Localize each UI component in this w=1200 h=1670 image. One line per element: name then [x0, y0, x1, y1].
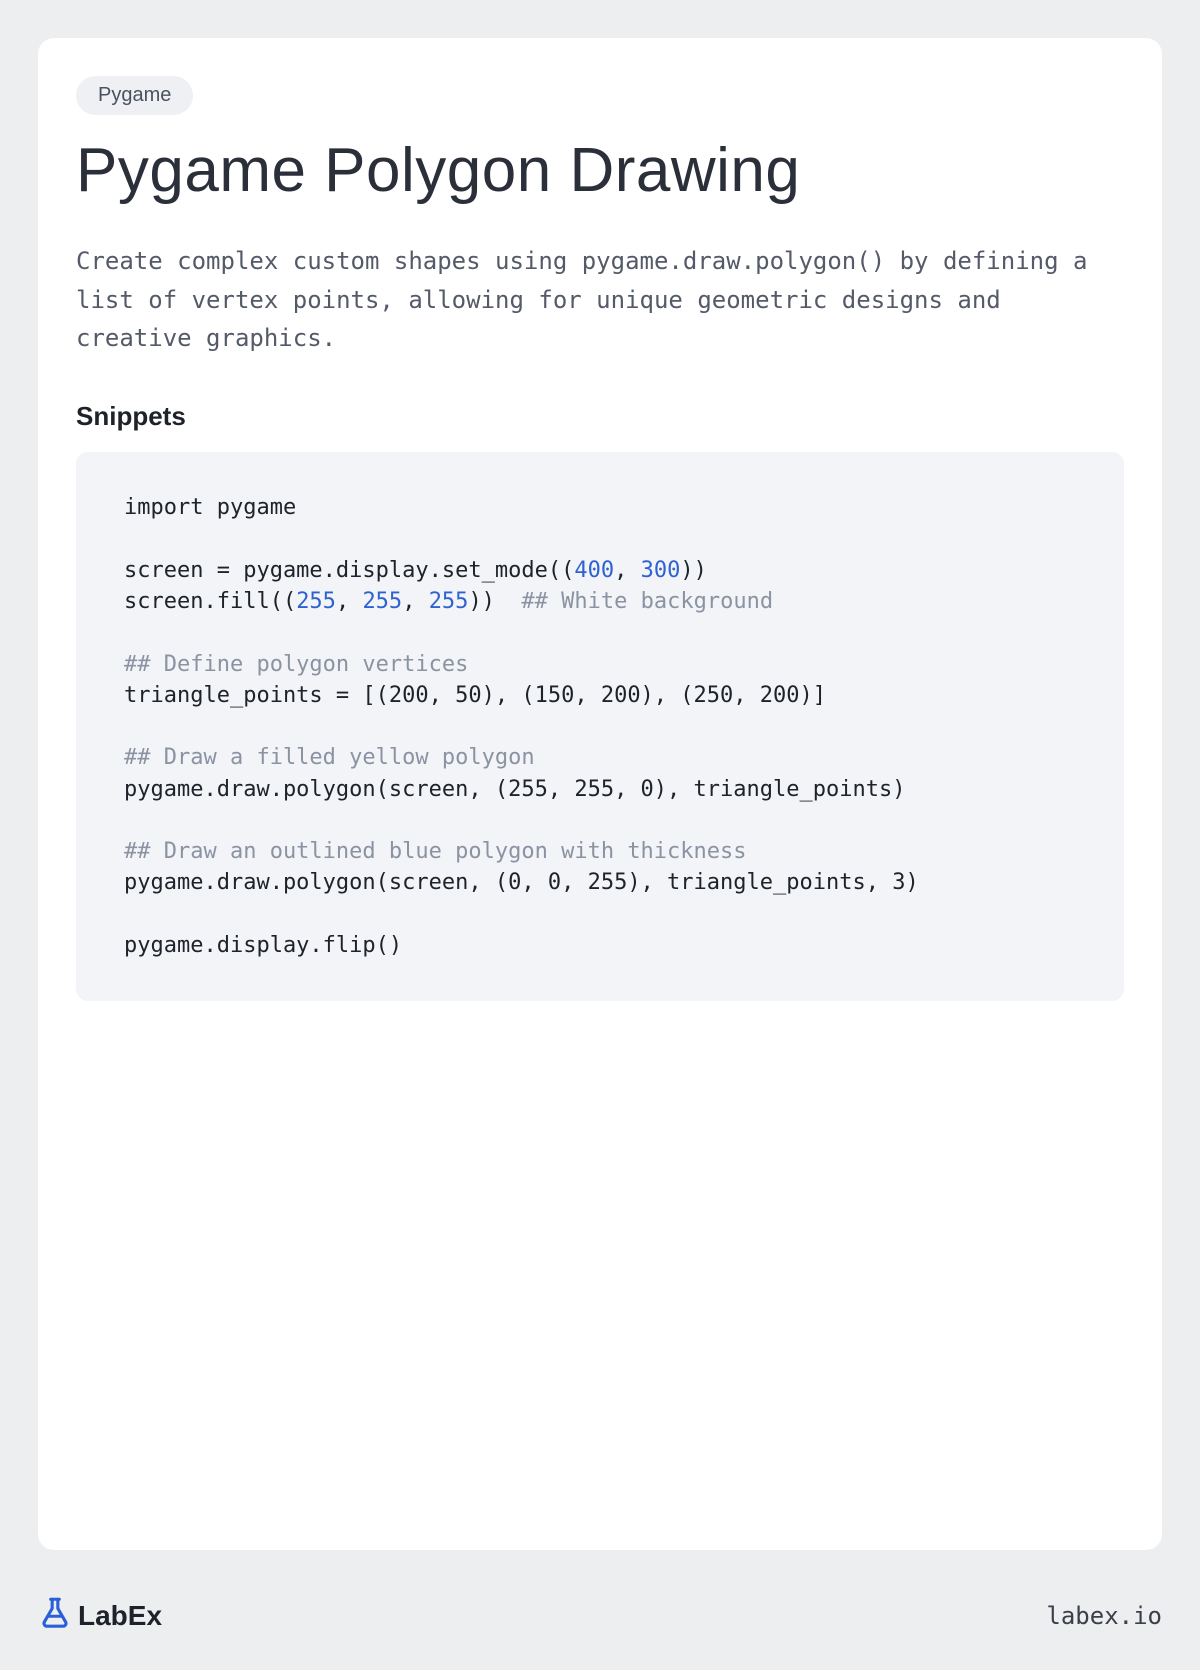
code-number: 255: [429, 589, 469, 614]
code-number: 255: [296, 589, 336, 614]
code-text: ,: [336, 589, 363, 614]
snippets-heading: Snippets: [76, 401, 1124, 432]
category-tag[interactable]: Pygame: [76, 76, 193, 115]
code-text: pygame.draw.polygon(screen, (0, 0, 255),…: [124, 870, 919, 895]
code-number: 300: [641, 558, 681, 583]
code-text: pygame: [203, 495, 296, 520]
footer-url[interactable]: labex.io: [1046, 1602, 1162, 1630]
tag-row: Pygame: [76, 76, 1124, 115]
content-card: Pygame Pygame Polygon Drawing Create com…: [38, 38, 1162, 1550]
code-text: pygame.display.flip(): [124, 933, 402, 958]
code-comment: ## Draw a filled yellow polygon: [124, 745, 535, 770]
code-number: 255: [362, 589, 402, 614]
brand-logo[interactable]: LabEx: [38, 1595, 162, 1636]
code-keyword: import: [124, 495, 203, 520]
footer: LabEx labex.io: [38, 1595, 1162, 1636]
page-title: Pygame Polygon Drawing: [76, 135, 1124, 206]
code-text: screen = pygame.display.set_mode((: [124, 558, 574, 583]
brand-name: LabEx: [78, 1600, 162, 1632]
code-text: ,: [614, 558, 641, 583]
description-text: Create complex custom shapes using pygam…: [76, 242, 1124, 357]
code-text: )): [680, 558, 707, 583]
code-comment: ## Define polygon vertices: [124, 652, 468, 677]
flask-icon: [38, 1595, 72, 1636]
code-text: screen.fill((: [124, 589, 296, 614]
code-comment: ## White background: [521, 589, 773, 614]
code-text: )): [468, 589, 521, 614]
code-text: ,: [402, 589, 429, 614]
code-comment: ## Draw an outlined blue polygon with th…: [124, 839, 747, 864]
code-text: triangle_points = [(200, 50), (150, 200)…: [124, 683, 826, 708]
code-number: 400: [574, 558, 614, 583]
code-snippet: import pygame screen = pygame.display.se…: [76, 452, 1124, 1001]
code-text: pygame.draw.polygon(screen, (255, 255, 0…: [124, 777, 905, 802]
